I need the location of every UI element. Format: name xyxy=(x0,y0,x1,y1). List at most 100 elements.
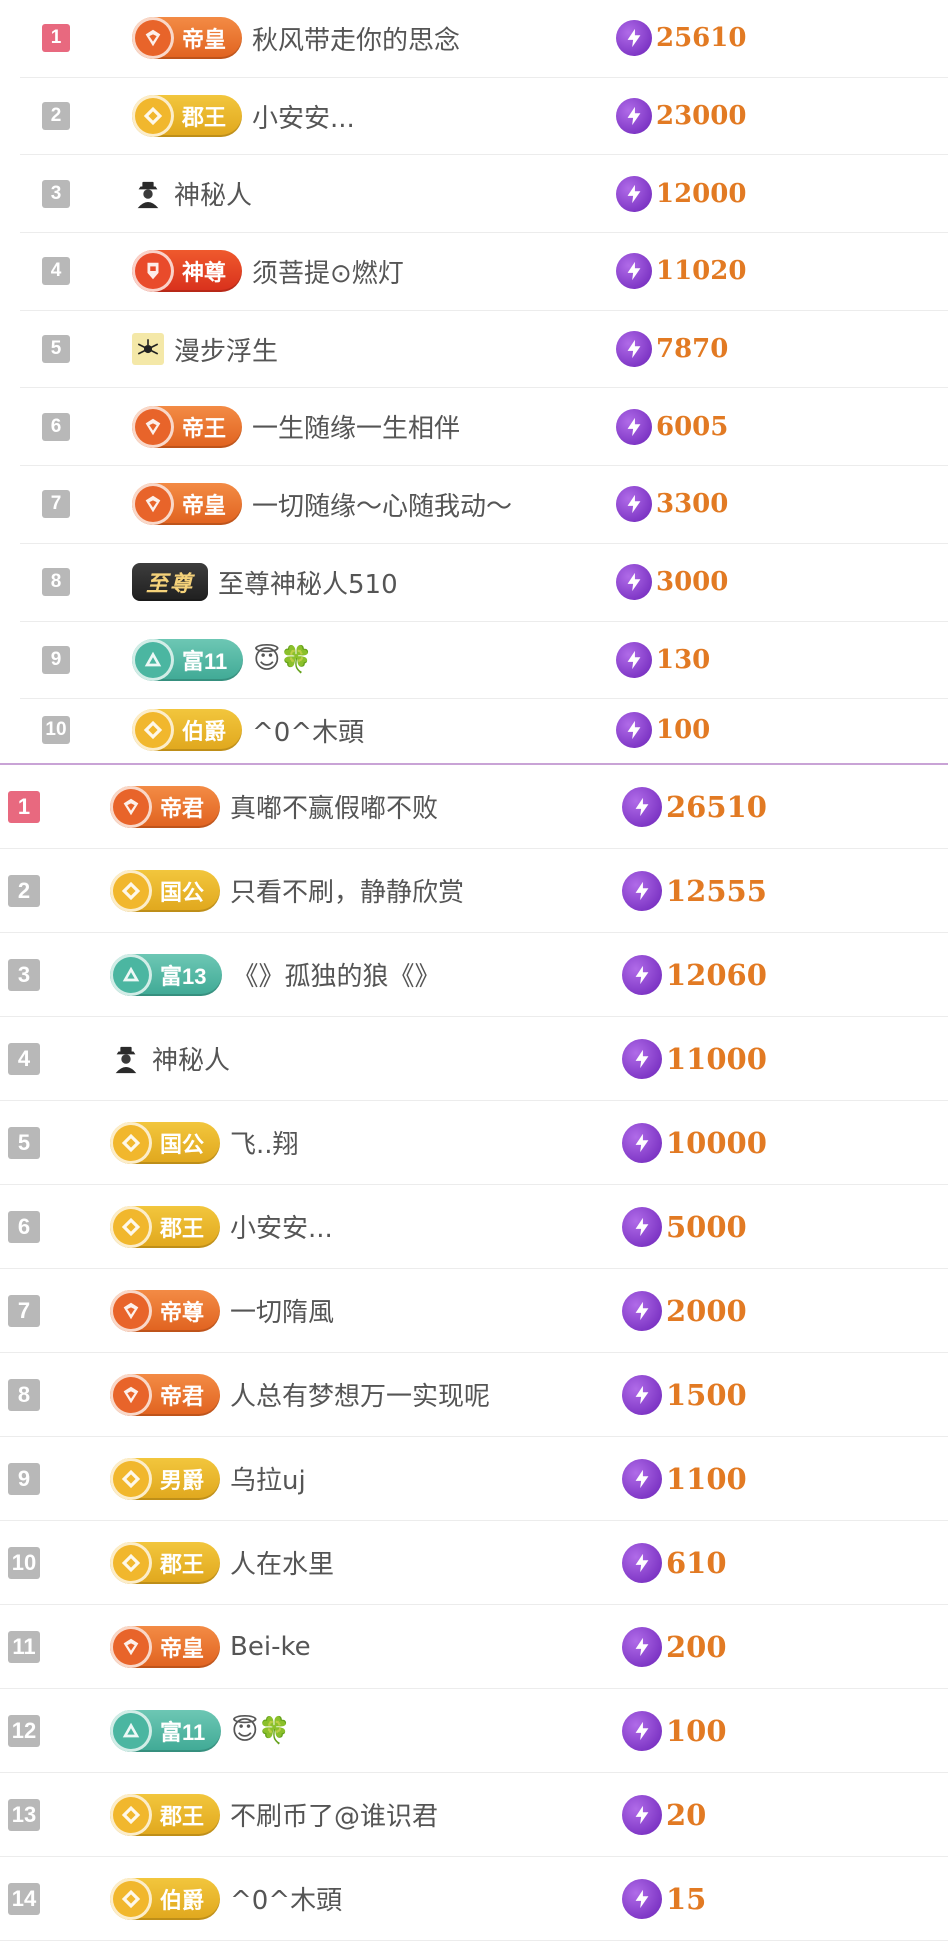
leaderboard-row[interactable]: 2 郡王 小安安... 23000 xyxy=(20,78,948,156)
badge-emblem-icon xyxy=(110,1121,152,1164)
score-value: 100 xyxy=(666,1713,727,1748)
leaderboard-row[interactable]: 3 神秘人 12000 xyxy=(20,155,948,234)
lightning-bolt-icon xyxy=(622,1458,662,1499)
badge-emblem-icon xyxy=(110,1877,152,1920)
lightning-bolt-icon xyxy=(616,712,652,749)
user-name[interactable]: 😇🍀 xyxy=(231,1716,290,1746)
user-name[interactable]: 漫步浮生 xyxy=(174,331,278,368)
leaderboard-row[interactable]: 10 伯爵 ^0^木頭 100 xyxy=(20,699,948,761)
leaderboard-row[interactable]: 2 国公 只看不刷，静静欣赏 12555 xyxy=(0,849,948,933)
user-name[interactable]: ^0^木頭 xyxy=(252,712,364,749)
user-name[interactable]: 一切隋風 xyxy=(230,1292,334,1329)
leaderboard-row[interactable]: 7 帝皇 一切随缘～心随我动～ 3300 xyxy=(20,466,948,544)
rank-title-label: 富13 xyxy=(160,963,207,989)
badge-emblem-icon xyxy=(132,638,174,681)
user-name[interactable]: Bei-ke xyxy=(230,1632,311,1662)
rank-title-label: 男爵 xyxy=(160,1467,205,1493)
lightning-bolt-icon xyxy=(622,1794,662,1835)
rank-badge: 11 xyxy=(8,1630,40,1663)
lightning-bolt-icon xyxy=(616,253,652,290)
user-info: 郡王 人在水里 xyxy=(110,1541,334,1584)
leaderboard-row[interactable]: 8 帝君 人总有梦想万一实现呢 1500 xyxy=(0,1353,948,1437)
user-name[interactable]: 一生随缘一生相伴 xyxy=(252,408,460,445)
rank-badge: 14 xyxy=(8,1882,40,1915)
user-name[interactable]: 人在水里 xyxy=(230,1544,334,1581)
lightning-bolt-icon xyxy=(622,1626,662,1667)
rank-title-badge: 富11 xyxy=(132,638,244,681)
score: 6005 xyxy=(616,408,728,445)
leaderboard-row[interactable]: 4 神尊 须菩提⊙燃灯 11020 xyxy=(20,233,948,311)
rank-badge: 1 xyxy=(8,790,40,823)
lightning-bolt-icon xyxy=(616,98,652,135)
lightning-bolt-icon xyxy=(622,870,662,911)
leaderboard-row[interactable]: 4 神秘人 11000 xyxy=(0,1017,948,1101)
user-name[interactable]: 人总有梦想万一实现呢 xyxy=(230,1376,490,1413)
badge-emblem-icon xyxy=(110,1625,152,1668)
rank-title-badge: 郡王 xyxy=(110,1793,221,1836)
rank-badge: 4 xyxy=(42,257,70,286)
user-info: 国公 飞..翔 xyxy=(110,1121,299,1164)
score-value: 1100 xyxy=(666,1461,747,1496)
rank-title-badge: 富13 xyxy=(110,953,223,996)
score: 100 xyxy=(616,712,710,749)
rank-title-label: 伯爵 xyxy=(182,719,227,745)
leaderboard-row[interactable]: 3 富13 《》孤独的狼《》 12060 xyxy=(0,933,948,1017)
leaderboard-row[interactable]: 13 郡王 不刷币了@谁识君 20 xyxy=(0,1773,948,1857)
leaderboard-row[interactable]: 11 帝皇 Bei-ke 200 xyxy=(0,1605,948,1689)
leaderboard-row[interactable]: 5 国公 飞..翔 10000 xyxy=(0,1101,948,1185)
score-value: 25610 xyxy=(656,23,747,54)
score: 12060 xyxy=(622,954,767,995)
user-name[interactable]: 小安安... xyxy=(252,98,355,135)
rank-badge: 6 xyxy=(8,1210,40,1243)
user-name[interactable]: 乌拉uj xyxy=(230,1460,306,1497)
leaderboard-row[interactable]: 9 富11 😇🍀 130 xyxy=(20,622,948,700)
leaderboard-row[interactable]: 14 伯爵 ^0^木頭 15 xyxy=(0,1857,948,1941)
score-value: 23000 xyxy=(656,101,747,132)
lightning-bolt-icon xyxy=(622,1038,662,1079)
rank-badge: 12 xyxy=(8,1714,40,1747)
user-name[interactable]: 神秘人 xyxy=(152,1040,230,1077)
user-name[interactable]: 秋风带走你的思念 xyxy=(252,20,460,57)
user-name[interactable]: 真嘟不赢假嘟不败 xyxy=(230,788,438,825)
user-name[interactable]: 😇🍀 xyxy=(253,645,312,675)
leaderboard-row[interactable]: 12 富11 😇🍀 100 xyxy=(0,1689,948,1773)
rank-title-label: 国公 xyxy=(160,879,205,905)
score: 20 xyxy=(622,1794,707,1835)
user-name[interactable]: 飞..翔 xyxy=(230,1124,299,1161)
score-value: 20 xyxy=(666,1797,707,1832)
lightning-bolt-icon xyxy=(616,564,652,601)
leaderboard-row[interactable]: 1 帝皇 秋风带走你的思念 25610 xyxy=(20,0,948,78)
user-name[interactable]: 小安安... xyxy=(230,1208,333,1245)
rank-badge: 3 xyxy=(42,179,70,208)
leaderboard-row[interactable]: 7 帝尊 一切隋風 2000 xyxy=(0,1269,948,1353)
leaderboard-row[interactable]: 8 至尊 至尊神秘人510 3000 xyxy=(20,544,948,622)
user-name[interactable]: 只看不刷，静静欣赏 xyxy=(230,872,464,909)
lightning-bolt-icon xyxy=(622,1878,662,1919)
leaderboard-row[interactable]: 5 漫步浮生 7870 xyxy=(20,311,948,389)
score-value: 12000 xyxy=(656,178,747,209)
leaderboard-row[interactable]: 1 帝君 真嘟不赢假嘟不败 26510 xyxy=(0,765,948,849)
leaderboard-row[interactable]: 10 郡王 人在水里 610 xyxy=(0,1521,948,1605)
leaderboard-row[interactable]: 6 帝王 一生随缘一生相伴 6005 xyxy=(20,388,948,467)
leaderboard-row[interactable]: 9 男爵 乌拉uj 1100 xyxy=(0,1437,948,1521)
rank-title-label: 郡王 xyxy=(182,105,227,131)
score-value: 5000 xyxy=(666,1209,747,1244)
score: 25610 xyxy=(616,20,747,57)
rank-badge: 9 xyxy=(42,645,70,674)
user-name[interactable]: 一切随缘～心随我动～ xyxy=(252,486,512,523)
user-name[interactable]: ^0^木頭 xyxy=(230,1880,342,1917)
leaderboard-row[interactable]: 6 郡王 小安安... 5000 xyxy=(0,1185,948,1269)
badge-emblem-icon xyxy=(132,709,174,752)
score-value: 200 xyxy=(666,1629,727,1664)
score: 3000 xyxy=(616,564,728,601)
rank-title-label: 富11 xyxy=(160,1719,206,1745)
rank-title-badge: 帝尊 xyxy=(110,1289,221,1332)
user-name[interactable]: 不刷币了@谁识君 xyxy=(230,1796,438,1833)
user-name[interactable]: 至尊神秘人510 xyxy=(218,564,398,601)
lightning-bolt-icon xyxy=(622,954,662,995)
score-value: 26510 xyxy=(666,789,767,824)
user-name[interactable]: 神秘人 xyxy=(174,175,252,212)
user-name[interactable]: 《》孤独的狼《》 xyxy=(232,956,440,993)
user-name[interactable]: 须菩提⊙燃灯 xyxy=(252,253,404,290)
user-info: 郡王 小安安... xyxy=(132,95,355,138)
